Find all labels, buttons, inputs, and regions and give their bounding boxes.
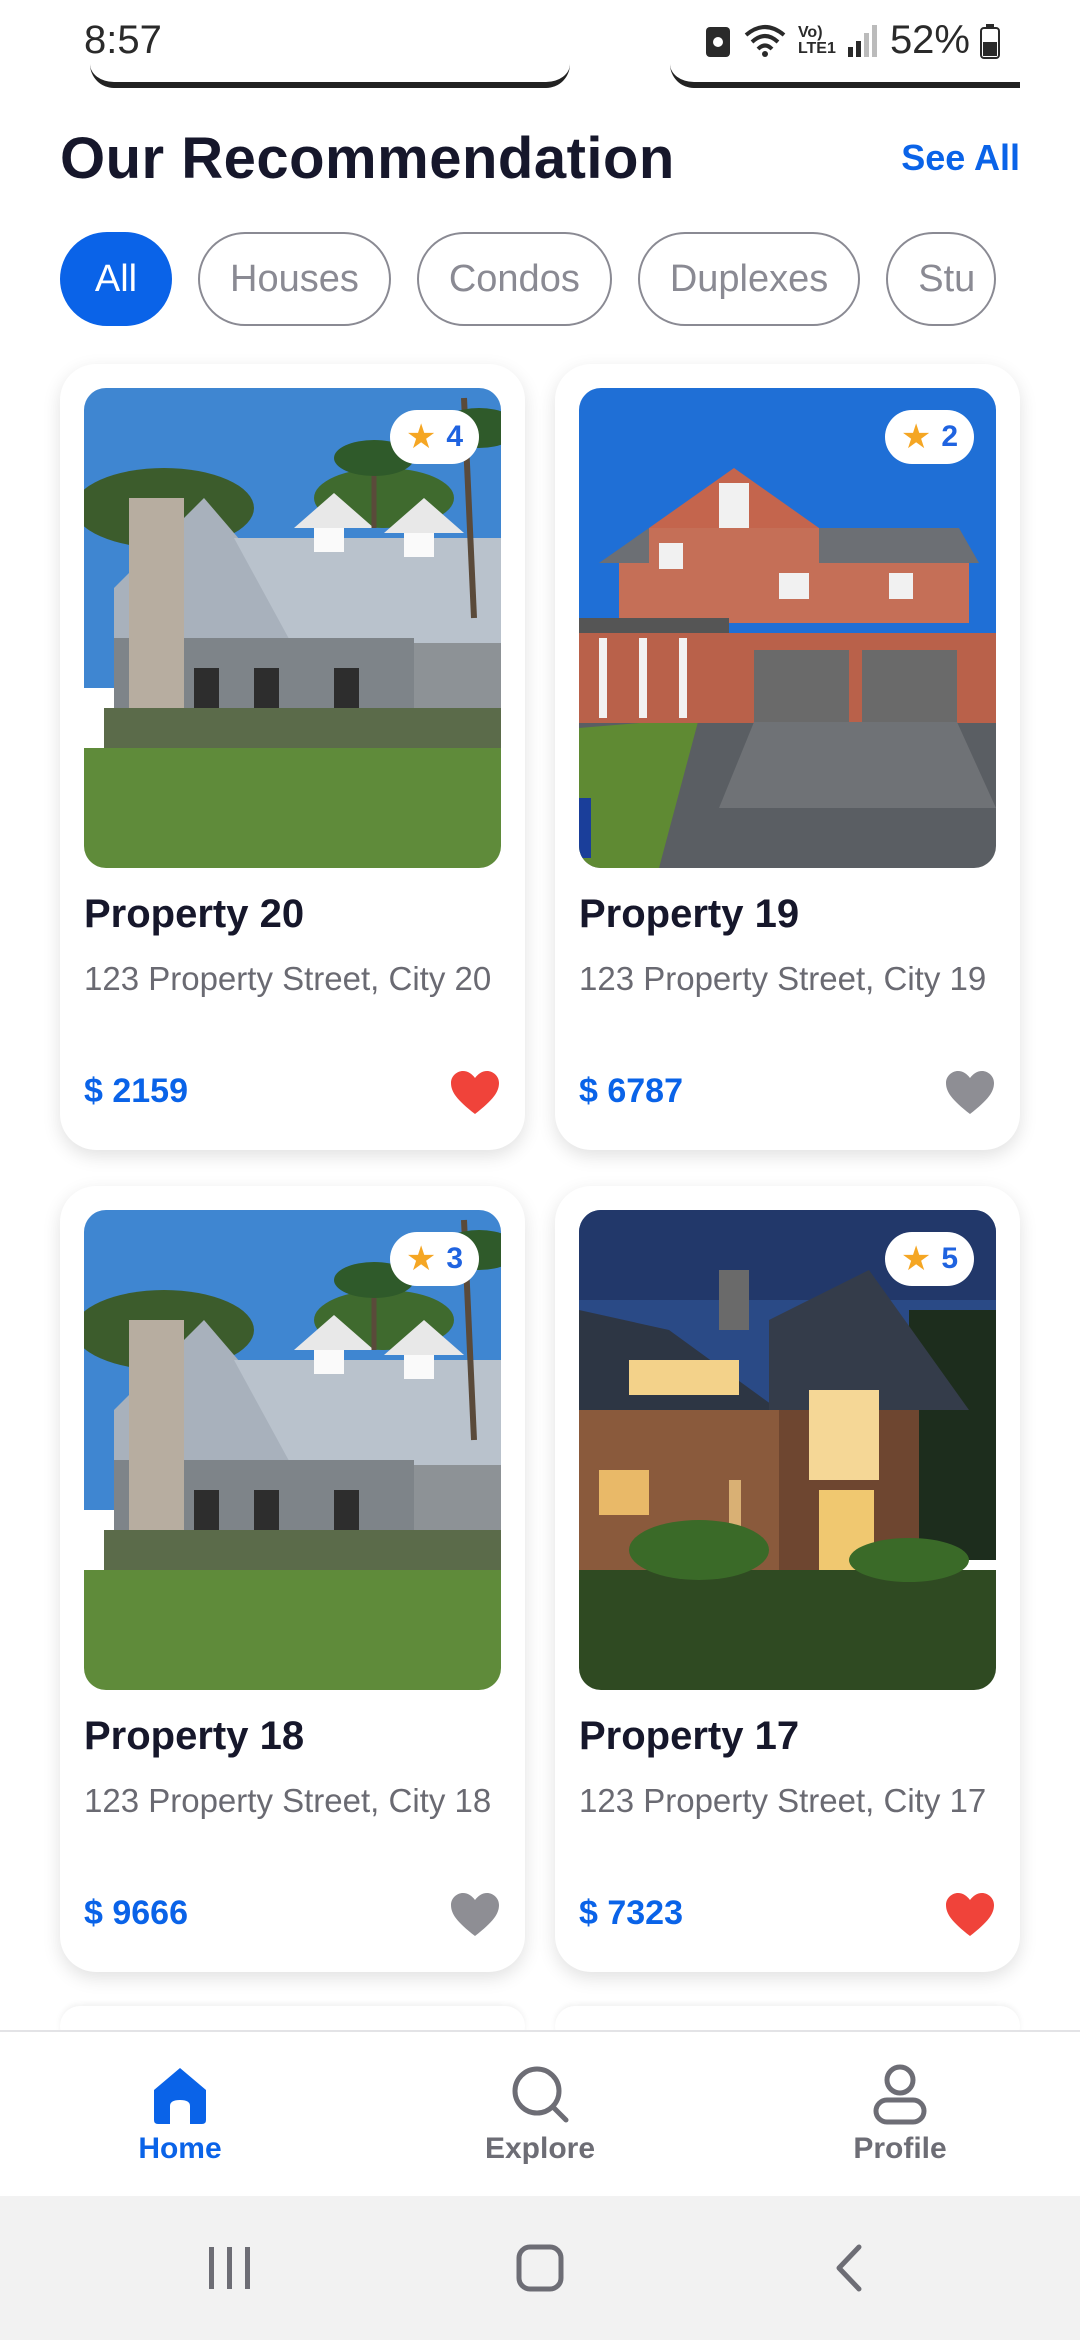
rating-badge: ★ 3 <box>389 1232 479 1286</box>
system-navigation-bar <box>0 2196 1080 2340</box>
property-card[interactable]: ★ 4 Property 20 123 Property Street, Cit… <box>60 364 525 1150</box>
status-icons: Vo) LTE1 52% <box>704 18 1000 63</box>
search-icon <box>512 2066 569 2123</box>
page-title: Our Recommendation <box>60 125 675 191</box>
home-system-icon[interactable] <box>515 2243 565 2293</box>
nav-explore[interactable]: Explore <box>360 2032 720 2196</box>
filter-chips: All Houses Condos Duplexes Stu <box>60 232 1020 328</box>
rating-value: 2 <box>941 420 958 453</box>
nav-profile[interactable]: Profile <box>720 2032 1080 2196</box>
chip-studios[interactable]: Stu <box>886 232 997 326</box>
status-time: 8:57 <box>84 18 162 62</box>
property-price: $ 7323 <box>579 1894 683 1932</box>
property-photo: ★ 4 <box>84 388 501 868</box>
rating-value: 5 <box>941 1242 958 1275</box>
property-name: Property 18 <box>84 1714 305 1758</box>
property-card[interactable]: ★ 3 Property 18 123 Property Street, Cit… <box>60 1186 525 1972</box>
recent-apps-icon[interactable] <box>205 2243 255 2293</box>
property-photo: ★ 3 <box>84 1210 501 1690</box>
home-icon <box>154 2068 206 2124</box>
property-photo: ★ 5 <box>579 1210 996 1690</box>
property-name: Property 19 <box>579 892 800 936</box>
property-price: $ 2159 <box>84 1072 188 1110</box>
property-price: $ 9666 <box>84 1894 188 1932</box>
chip-duplexes[interactable]: Duplexes <box>637 232 861 326</box>
star-icon: ★ <box>405 418 437 456</box>
favorite-heart-icon[interactable] <box>449 1070 501 1116</box>
scrolled-card-edge <box>670 64 1020 88</box>
nav-profile-label: Profile <box>853 2132 947 2165</box>
bottom-navigation: Home Explore Profile <box>0 2030 1080 2196</box>
property-card[interactable]: ★ 5 Property 17 123 Property Street, Cit… <box>555 1186 1020 1972</box>
chip-condos[interactable]: Condos <box>416 232 612 326</box>
property-address: 123 Property Street, City 19 <box>579 960 987 997</box>
star-icon: ★ <box>405 1240 437 1278</box>
property-address: 123 Property Street, City 17 <box>579 1782 987 1819</box>
rating-value: 4 <box>446 420 463 453</box>
scrolled-card-edge <box>90 64 570 88</box>
star-icon: ★ <box>900 418 932 456</box>
favorite-heart-icon[interactable] <box>944 1070 996 1116</box>
back-icon[interactable] <box>825 2243 875 2293</box>
rating-badge: ★ 4 <box>389 410 479 464</box>
property-price: $ 6787 <box>579 1072 683 1110</box>
property-name: Property 17 <box>579 1714 800 1758</box>
wifi-icon <box>744 24 786 57</box>
property-address: 123 Property Street, City 20 <box>84 960 492 997</box>
rating-badge: ★ 5 <box>884 1232 974 1286</box>
profile-icon <box>873 2064 927 2125</box>
network-label: Vo) LTE1 <box>797 23 836 57</box>
favorite-heart-icon[interactable] <box>944 1892 996 1938</box>
property-name: Property 20 <box>84 892 305 936</box>
property-card[interactable]: ★ 2 Property 19 123 Property Street, Cit… <box>555 364 1020 1150</box>
signal-icon <box>847 24 877 57</box>
section-header: Our Recommendation See All <box>60 118 1020 198</box>
nav-home-label: Home <box>138 2132 222 2165</box>
rating-value: 3 <box>446 1242 463 1275</box>
property-photo: ★ 2 <box>579 388 996 868</box>
favorite-heart-icon[interactable] <box>449 1892 501 1938</box>
see-all-link[interactable]: See All <box>901 137 1020 179</box>
property-address: 123 Property Street, City 18 <box>84 1782 492 1819</box>
rating-badge: ★ 2 <box>884 410 974 464</box>
star-icon: ★ <box>900 1240 932 1278</box>
chip-houses[interactable]: Houses <box>198 232 391 326</box>
battery-percent: 52% <box>889 18 970 62</box>
chip-all[interactable]: All <box>60 232 172 326</box>
battery-icon <box>980 23 1000 59</box>
sim-icon <box>705 26 730 57</box>
nav-home[interactable]: Home <box>0 2032 360 2196</box>
nav-explore-label: Explore <box>484 2132 596 2165</box>
